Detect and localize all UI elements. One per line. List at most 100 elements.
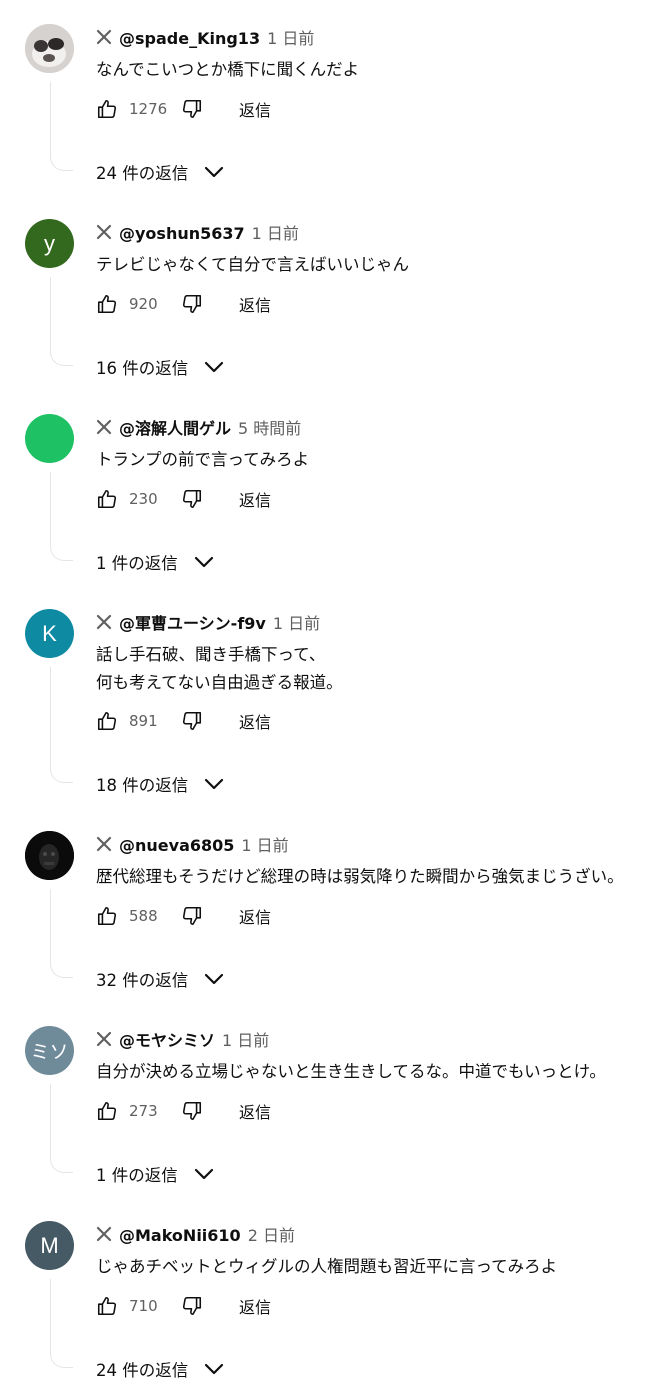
view-replies-button[interactable]: 18 件の返信 [96,772,224,796]
author-name[interactable]: @yoshun5637 [119,224,245,243]
x-icon [96,224,112,240]
comment-thread: y @yoshun5637 1 日前 テレビじゃなくて自分で言えばいいじゃん 9… [0,195,654,390]
comment-text: なんでこいつとか橋下に聞くんだよ [96,60,360,79]
timestamp[interactable]: 1 日前 [267,25,314,49]
author-name[interactable]: @軍曹ユーシン-f9v [119,610,266,634]
avatar-letter: K [42,620,57,646]
thread-connector [50,277,73,366]
view-replies-button[interactable]: 24 件の返信 [96,160,224,184]
chevron-down-icon [205,166,224,178]
thumbs-down-icon[interactable] [181,905,203,927]
avatar[interactable]: K [25,609,74,658]
timestamp[interactable]: 1 日前 [241,832,288,856]
replies-count: 16 件の返信 [96,359,189,378]
thumbs-down-icon[interactable] [181,293,203,315]
thread-connector [50,667,73,783]
comment-header: @yoshun5637 1 日前 [96,220,299,244]
reply-button[interactable]: 返信 [239,1099,271,1123]
thumbs-up-icon[interactable] [96,905,118,927]
reply-button[interactable]: 返信 [239,709,271,733]
replies-count: 1 件の返信 [96,554,178,573]
thread-connector [50,472,73,561]
x-icon [96,614,112,630]
comment-actions: 710 返信 [96,1292,271,1320]
avatar-letter: y [44,230,55,256]
comment-thread: K @軍曹ユーシン-f9v 1 日前 話し手石破、聞き手橋下って、 何も考えてな… [0,585,654,807]
comment-thread: @nueva6805 1 日前 歴代総理もそうだけど総理の時は弱気降りた瞬間から… [0,807,654,1002]
comment-thread: ミソ @モヤシミソ 1 日前 自分が決める立場じゃないと生き生きしてるな。中道で… [0,1002,654,1197]
author-name[interactable]: @MakoNii610 [119,1226,241,1245]
avatar[interactable] [25,24,74,73]
timestamp[interactable]: 1 日前 [273,610,320,634]
author-name[interactable]: @spade_King13 [119,29,260,48]
thumbs-up-icon[interactable] [96,98,118,120]
comment-thread: M @MakoNii610 2 日前 じゃあチベットとウィグルの人権問題も習近平… [0,1197,654,1392]
like-count: 891 [129,712,158,730]
replies-count: 24 件の返信 [96,1361,189,1380]
reply-button[interactable]: 返信 [239,97,271,121]
reply-button[interactable]: 返信 [239,904,271,928]
reply-button[interactable]: 返信 [239,292,271,316]
chevron-down-icon [205,361,224,373]
comment-actions: 273 返信 [96,1097,271,1125]
replies-count: 18 件の返信 [96,776,189,795]
thumbs-up-icon[interactable] [96,1100,118,1122]
reply-button[interactable]: 返信 [239,1294,271,1318]
chevron-down-icon [194,1168,213,1180]
avatar[interactable]: ミソ [25,1026,74,1075]
reply-button[interactable]: 返信 [239,487,271,511]
thumbs-up-icon[interactable] [96,1295,118,1317]
timestamp[interactable]: 1 日前 [252,220,299,244]
thread-connector [50,1279,73,1368]
comment-list: @spade_King13 1 日前 なんでこいつとか橋下に聞くんだよ 1276… [0,0,654,1392]
comment-header: @モヤシミソ 1 日前 [96,1027,269,1051]
view-replies-button[interactable]: 1 件の返信 [96,550,214,574]
comment-text: 歴代総理もそうだけど総理の時は弱気降りた瞬間から強気まじうざい。 [96,867,624,886]
x-icon [96,836,112,852]
view-replies-button[interactable]: 32 件の返信 [96,967,224,991]
comment-actions: 230 返信 [96,485,271,513]
thread-connector [50,889,73,978]
comment-text: 自分が決める立場じゃないと生き生きしてるな。中道でもいっとけ。 [96,1062,606,1081]
comment-header: @溶解人間ゲル 5 時間前 [96,415,301,439]
comment-text: 話し手石破、聞き手橋下って、 何も考えてない自由過ぎる報道。 [96,641,343,697]
author-name[interactable]: @モヤシミソ [119,1027,215,1051]
comment-actions: 1276 返信 [96,95,271,123]
comment-text-line: 話し手石破、聞き手橋下って、 [96,645,326,664]
thumbs-up-icon[interactable] [96,710,118,732]
replies-count: 24 件の返信 [96,164,189,183]
comment-thread: @溶解人間ゲル 5 時間前 トランプの前で言ってみろよ 230 返信 1 件の返… [0,390,654,585]
timestamp[interactable]: 5 時間前 [238,415,301,439]
view-replies-button[interactable]: 24 件の返信 [96,1357,224,1381]
avatar[interactable] [25,831,74,880]
thumbs-up-icon[interactable] [96,488,118,510]
thumbs-down-icon[interactable] [181,488,203,510]
comment-text: トランプの前で言ってみろよ [96,450,310,469]
avatar[interactable]: M [25,1221,74,1270]
thumbs-down-icon[interactable] [181,1100,203,1122]
view-replies-button[interactable]: 16 件の返信 [96,355,224,379]
timestamp[interactable]: 1 日前 [222,1027,269,1051]
author-name[interactable]: @溶解人間ゲル [119,415,231,439]
like-count: 710 [129,1297,158,1315]
thumbs-up-icon[interactable] [96,293,118,315]
thumbs-down-icon[interactable] [181,1295,203,1317]
thumbs-down-icon[interactable] [181,710,203,732]
comment-thread: @spade_King13 1 日前 なんでこいつとか橋下に聞くんだよ 1276… [0,0,654,195]
like-count: 1276 [129,100,168,118]
avatar[interactable] [25,414,74,463]
avatar[interactable]: y [25,219,74,268]
replies-count: 1 件の返信 [96,1166,178,1185]
author-name[interactable]: @nueva6805 [119,836,234,855]
avatar-photo-icon [25,831,74,880]
replies-count: 32 件の返信 [96,971,189,990]
thumbs-down-icon[interactable] [181,98,203,120]
timestamp[interactable]: 2 日前 [248,1222,295,1246]
comment-text: テレビじゃなくて自分で言えばいいじゃん [96,255,410,274]
comment-header: @spade_King13 1 日前 [96,25,314,49]
comment-actions: 891 返信 [96,707,271,735]
comment-header: @MakoNii610 2 日前 [96,1222,295,1246]
thread-connector [50,82,73,171]
x-icon [96,419,112,435]
view-replies-button[interactable]: 1 件の返信 [96,1162,214,1186]
